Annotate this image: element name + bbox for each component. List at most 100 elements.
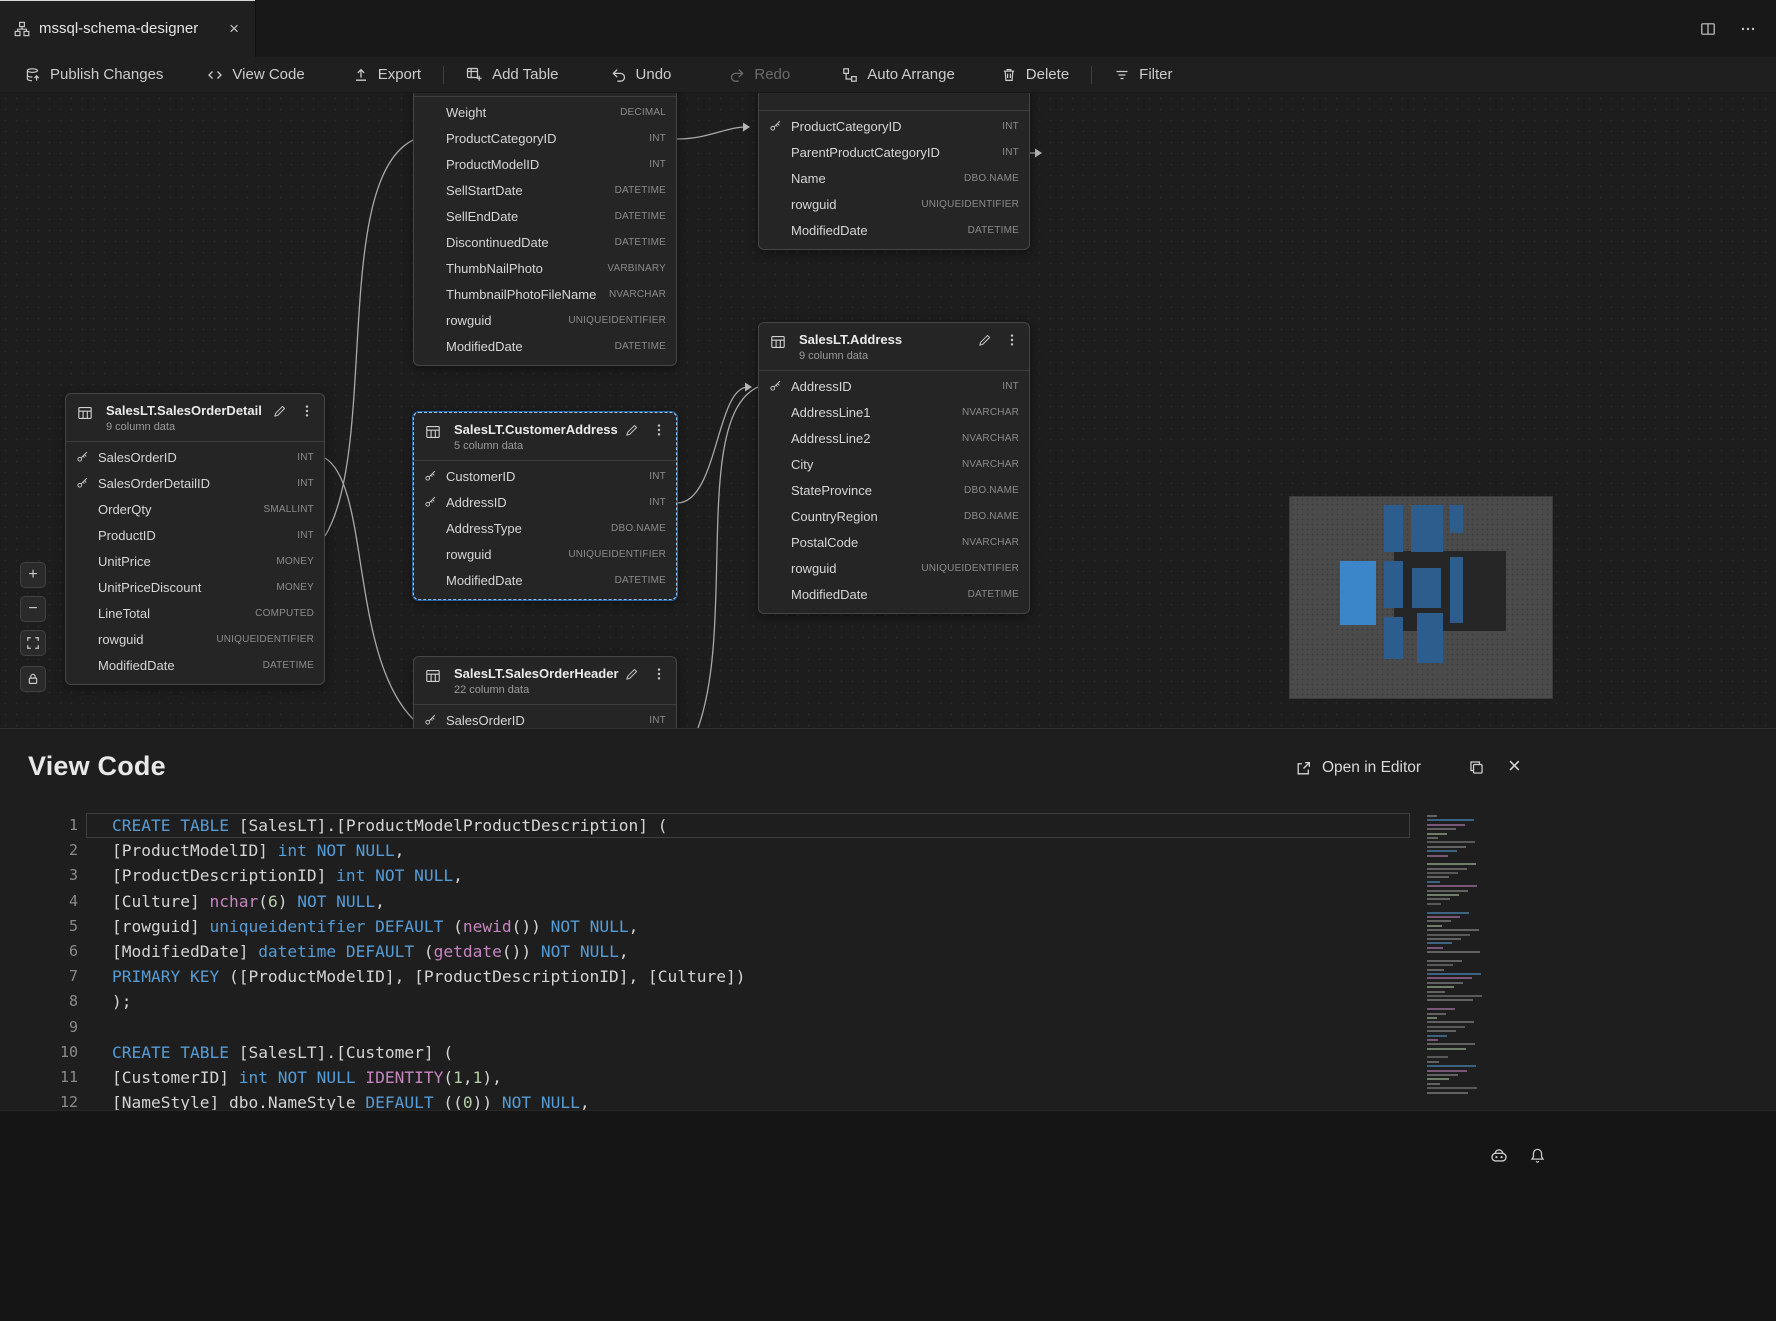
column-name: ThumbNailPhoto [446, 261, 599, 276]
column-row-ProductCategoryID[interactable]: ProductCategoryIDINT [759, 113, 1029, 139]
column-type: DATETIME [615, 341, 666, 352]
lock-button[interactable] [20, 666, 46, 692]
edit-table-icon[interactable] [272, 404, 287, 419]
undo-button[interactable]: Undo [611, 66, 672, 83]
column-name: AddressLine1 [791, 405, 954, 420]
tab-close-icon[interactable]: × [225, 18, 243, 39]
column-row-rowguid[interactable]: rowguidUNIQUEIDENTIFIER [414, 307, 676, 333]
tab-mssql-schema-designer[interactable]: mssql-schema-designer × [0, 0, 256, 57]
diagram-minimap[interactable] [1290, 497, 1552, 698]
edit-table-icon[interactable] [977, 333, 992, 348]
table-grid-icon [425, 424, 441, 440]
export-button[interactable]: Export [353, 66, 421, 83]
column-row-AddressType[interactable]: AddressTypeDBO.NAME [414, 515, 676, 541]
edit-table-icon[interactable] [624, 423, 639, 438]
column-row-Name[interactable]: NameDBO.NAME [759, 165, 1029, 191]
table-card-product[interactable]: WeightDECIMALProductCategoryIDINTProduct… [413, 93, 677, 366]
column-row-ParentProductCategoryID[interactable]: ParentProductCategoryIDINT [759, 139, 1029, 165]
column-row-ModifiedDate[interactable]: ModifiedDateDATETIME [414, 333, 676, 359]
column-row-UnitPrice[interactable]: UnitPriceMONEY [66, 548, 324, 574]
table-card-header[interactable]: 5 column data [759, 93, 1029, 110]
column-row-SalesOrderID[interactable]: SalesOrderIDINT [66, 444, 324, 470]
code-editor[interactable]: 1CREATE TABLE [SalesLT].[ProductModelPro… [0, 813, 1560, 1111]
bell-icon[interactable] [1529, 1147, 1546, 1165]
filter-button[interactable]: Filter [1114, 66, 1172, 83]
publish-changes-button[interactable]: Publish Changes [25, 66, 163, 83]
column-name: SalesOrderID [446, 713, 641, 728]
column-row-ModifiedDate[interactable]: ModifiedDateDATETIME [759, 581, 1029, 607]
table-card-header[interactable]: SalesLT.SalesOrderDetail9 column data [66, 394, 324, 441]
zoom-in-button[interactable]: + [20, 562, 46, 588]
table-card-salesorderdetail[interactable]: SalesLT.SalesOrderDetail9 column data Sal… [65, 393, 325, 685]
column-row-CountryRegion[interactable]: CountryRegionDBO.NAME [759, 503, 1029, 529]
redo-button[interactable]: Redo [729, 66, 790, 83]
column-row-StateProvince[interactable]: StateProvinceDBO.NAME [759, 477, 1029, 503]
column-row-rowguid[interactable]: rowguidUNIQUEIDENTIFIER [759, 555, 1029, 581]
zoom-out-button[interactable]: − [20, 596, 46, 622]
delete-button[interactable]: Delete [1001, 66, 1069, 83]
column-row-ThumbNailPhoto[interactable]: ThumbNailPhoto VARBINARY [414, 255, 676, 281]
table-menu-kebab-icon[interactable] [652, 423, 666, 438]
column-row-ProductCategoryID[interactable]: ProductCategoryIDINT [414, 125, 676, 151]
edit-table-icon[interactable] [624, 667, 639, 682]
column-row-AddressLine2[interactable]: AddressLine2NVARCHAR [759, 425, 1029, 451]
column-row-ProductID[interactable]: ProductIDINT [66, 522, 324, 548]
copy-code-button[interactable] [1468, 759, 1485, 776]
line-number: 7 [0, 964, 78, 989]
column-name: LineTotal [98, 606, 247, 621]
column-row-rowguid[interactable]: rowguidUNIQUEIDENTIFIER [414, 541, 676, 567]
table-card-header[interactable]: SalesLT.SalesOrderHeader22 column data [414, 657, 676, 704]
table-card-header[interactable]: SalesLT.Address9 column data [759, 323, 1029, 370]
auto-arrange-button[interactable]: Auto Arrange [842, 66, 955, 83]
copilot-icon[interactable] [1490, 1147, 1508, 1165]
column-row-UnitPriceDiscount[interactable]: UnitPriceDiscountMONEY [66, 574, 324, 600]
table-card-customeraddress[interactable]: SalesLT.CustomerAddress5 column data Cust… [413, 412, 677, 600]
fit-view-button[interactable] [20, 630, 46, 656]
close-panel-icon[interactable]: × [1508, 755, 1521, 777]
table-card-product-category[interactable]: 5 column data ProductCategoryIDINTParentP… [758, 93, 1030, 250]
column-row-CustomerID[interactable]: CustomerIDINT [414, 463, 676, 489]
column-type: INT [649, 133, 666, 144]
column-row-ThumbnailPhotoFileName[interactable]: ThumbnailPhotoFileNameNVARCHAR [414, 281, 676, 307]
column-row-AddressID[interactable]: AddressIDINT [759, 373, 1029, 399]
column-row-DiscontinuedDate[interactable]: DiscontinuedDateDATETIME [414, 229, 676, 255]
column-row-OrderQty[interactable]: OrderQtySMALLINT [66, 496, 324, 522]
table-card-address[interactable]: SalesLT.Address9 column data AddressIDINT… [758, 322, 1030, 614]
code-minimap[interactable] [1424, 813, 1492, 1105]
table-card-header[interactable]: SalesLT.CustomerAddress5 column data [414, 413, 676, 460]
column-row-Weight[interactable]: WeightDECIMAL [414, 99, 676, 125]
column-type: NVARCHAR [962, 433, 1019, 444]
table-card-salesorderheader[interactable]: SalesLT.SalesOrderHeader22 column data Sa… [413, 656, 677, 728]
column-row-ModifiedDate[interactable]: ModifiedDateDATETIME [759, 217, 1029, 243]
table-card-header[interactable] [414, 93, 676, 96]
column-row-AddressLine1[interactable]: AddressLine1NVARCHAR [759, 399, 1029, 425]
column-row-ModifiedDate[interactable]: ModifiedDateDATETIME [66, 652, 324, 678]
table-menu-kebab-icon[interactable] [300, 404, 314, 419]
column-row-SellEndDate[interactable]: SellEndDateDATETIME [414, 203, 676, 229]
table-menu-kebab-icon[interactable] [652, 667, 666, 682]
column-row-SalesOrderID[interactable]: SalesOrderID INT [414, 707, 676, 728]
add-table-button[interactable]: Add Table [466, 66, 558, 83]
column-row-PostalCode[interactable]: PostalCodeNVARCHAR [759, 529, 1029, 555]
column-row-City[interactable]: CityNVARCHAR [759, 451, 1029, 477]
column-row-rowguid[interactable]: rowguidUNIQUEIDENTIFIER [66, 626, 324, 652]
column-row-AddressID[interactable]: AddressIDINT [414, 489, 676, 515]
table-menu-kebab-icon[interactable] [1005, 333, 1019, 348]
column-row-SellStartDate[interactable]: SellStartDateDATETIME [414, 177, 676, 203]
column-type: NVARCHAR [962, 459, 1019, 470]
table-grid-icon [77, 405, 93, 421]
column-type: VARBINARY [607, 263, 666, 274]
open-in-editor-button[interactable]: Open in Editor [1295, 759, 1421, 777]
column-type: INT [649, 715, 666, 726]
column-row-ModifiedDate[interactable]: ModifiedDateDATETIME [414, 567, 676, 593]
column-type: DATETIME [615, 211, 666, 222]
column-row-SalesOrderDetailID[interactable]: SalesOrderDetailIDINT [66, 470, 324, 496]
column-row-ProductModelID[interactable]: ProductModelIDINT [414, 151, 676, 177]
tab-bar: mssql-schema-designer × [0, 0, 1776, 57]
column-row-LineTotal[interactable]: LineTotalCOMPUTED [66, 600, 324, 626]
view-code-button[interactable]: View Code [207, 66, 304, 83]
schema-canvas[interactable]: WeightDECIMALProductCategoryIDINTProduct… [0, 93, 1776, 728]
more-actions-icon[interactable] [1740, 21, 1756, 37]
split-editor-icon[interactable] [1700, 21, 1716, 37]
column-row-rowguid[interactable]: rowguidUNIQUEIDENTIFIER [759, 191, 1029, 217]
